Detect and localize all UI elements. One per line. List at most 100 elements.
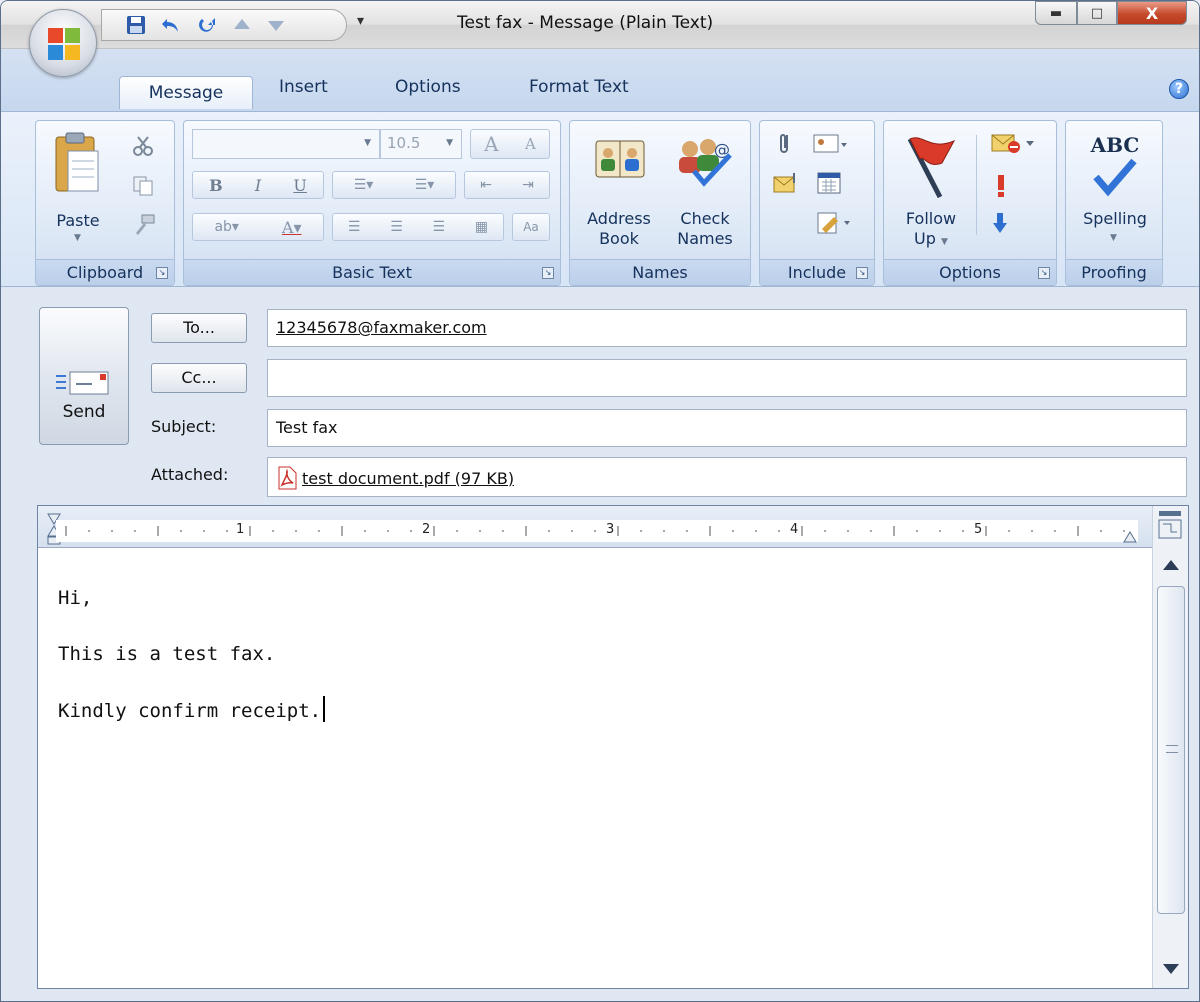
message-body-text[interactable]: Hi, This is a test fax. Kindly confirm r… (58, 584, 1148, 753)
clipboard-launcher-icon[interactable]: ↘ (156, 267, 168, 279)
justify-icon[interactable]: ▦ (475, 219, 488, 235)
align-right-icon[interactable]: ☰ (433, 219, 446, 235)
proofing-group-label: Proofing (1066, 259, 1162, 285)
grow-font-button[interactable]: A (484, 132, 498, 156)
spelling-button[interactable]: ABC Spelling ▼ (1068, 125, 1162, 257)
address-book-button[interactable]: Address Book (574, 125, 664, 257)
spelling-abc-text: ABC (1090, 133, 1140, 157)
paste-button[interactable]: Paste ▼ (42, 125, 114, 255)
highlight-icon[interactable]: ab▾ (214, 219, 239, 235)
low-importance-icon[interactable] (992, 211, 1008, 235)
undo-icon[interactable] (160, 15, 182, 35)
bullets-icon[interactable]: ☰▾ (354, 177, 374, 193)
font-size-combo[interactable]: 10.5 ▼ (380, 129, 462, 159)
business-card-icon[interactable] (812, 133, 848, 155)
format-painter-icon[interactable] (132, 213, 156, 237)
tab-message[interactable]: Message (119, 76, 253, 109)
right-indent-marker-icon[interactable] (1122, 530, 1138, 544)
subject-field[interactable]: Test fax (267, 409, 1187, 447)
numbering-icon[interactable]: ☰▾ (415, 177, 435, 193)
office-button[interactable] (29, 9, 97, 77)
italic-button[interactable]: I (255, 176, 261, 195)
tab-options[interactable]: Options (395, 77, 461, 110)
to-recipient[interactable]: 12345678@faxmaker.com (276, 318, 487, 337)
message-body-editor[interactable]: 1 2 3 4 5 Hi, This is a test fax. Kindly… (37, 505, 1189, 989)
body-line: Kindly confirm receipt. (58, 700, 322, 722)
maximize-button[interactable]: □ (1077, 1, 1117, 25)
next-item-icon[interactable] (266, 17, 286, 33)
send-button[interactable]: Send (39, 307, 129, 445)
spelling-label: Spelling (1083, 209, 1147, 228)
attachment-name[interactable]: test document.pdf (97 KB) (302, 469, 514, 488)
ruler-number: 2 (422, 522, 431, 537)
scroll-thumb[interactable] (1157, 586, 1185, 914)
options-divider (976, 135, 977, 235)
vertical-scrollbar[interactable] (1152, 506, 1188, 988)
clipboard-group: Paste ▼ Clipboard ↘ (35, 120, 175, 286)
ruler-number: 1 (236, 522, 245, 537)
attachment-item[interactable]: test document.pdf (97 KB) (276, 466, 514, 490)
decrease-indent-icon[interactable]: ⇤ (480, 177, 492, 193)
follow-up-label: Follow Up ▼ (905, 209, 957, 248)
signature-icon[interactable] (816, 211, 850, 235)
ruler-number: 5 (974, 522, 983, 537)
redo-icon[interactable] (196, 15, 218, 35)
underline-button[interactable]: U (293, 176, 306, 195)
title-bar: ▾ Test fax - Message (Plain Text) ▬ □ X (1, 1, 1199, 49)
copy-icon[interactable] (132, 175, 154, 197)
body-line-with-caret: Kindly confirm receipt. (58, 696, 1148, 725)
message-header: Send To... 12345678@faxmaker.com Cc... S… (1, 287, 1199, 503)
attach-file-icon[interactable] (776, 131, 792, 157)
cc-field[interactable] (267, 359, 1187, 397)
high-importance-icon[interactable] (994, 173, 1008, 199)
customize-toolbar-icon[interactable]: ▾ (357, 13, 364, 29)
clipboard-group-label: Clipboard (36, 259, 174, 285)
list-buttons: ☰▾ ☰▾ (332, 171, 456, 199)
align-left-icon[interactable]: ☰ (348, 219, 361, 235)
proofing-group: ABC Spelling ▼ Proofing (1065, 120, 1163, 286)
basic-text-group: ▼ 10.5 ▼ A A B I U ☰▾ ☰▾ ⇤ ⇥ ab▾ A▾ ☰ ☰ … (183, 120, 561, 286)
check-names-button[interactable]: @ Check Names (662, 125, 748, 257)
font-color-icon[interactable]: A▾ (282, 218, 302, 237)
minimize-button[interactable]: ▬ (1035, 1, 1077, 25)
align-buttons: ☰ ☰ ☰ ▦ (332, 213, 504, 241)
text-caret (323, 696, 326, 722)
body-line: This is a test fax. (58, 643, 276, 665)
tab-format-text[interactable]: Format Text (529, 77, 629, 110)
attach-item-icon[interactable] (772, 171, 800, 195)
options-launcher-icon[interactable]: ↘ (1038, 267, 1050, 279)
clear-formatting-icon[interactable]: Aa (512, 213, 550, 241)
scroll-down-icon[interactable] (1163, 964, 1179, 974)
increase-indent-icon[interactable]: ⇥ (522, 177, 534, 193)
follow-up-flag-icon (907, 137, 956, 199)
bold-button[interactable]: B (209, 176, 223, 195)
view-ruler-icon[interactable] (1157, 510, 1183, 540)
cc-button[interactable]: Cc... (151, 363, 247, 393)
align-center-icon[interactable]: ☰ (390, 219, 403, 235)
close-button[interactable]: X (1117, 1, 1187, 25)
cut-icon[interactable] (132, 135, 154, 157)
include-launcher-icon[interactable]: ↘ (856, 267, 868, 279)
ruler-number: 4 (790, 522, 799, 537)
window-title: Test fax - Message (Plain Text) (457, 13, 714, 33)
indent-buttons: ⇤ ⇥ (464, 171, 550, 199)
scroll-grip-icon (1166, 745, 1178, 753)
help-icon[interactable]: ? (1169, 79, 1189, 99)
tab-insert[interactable]: Insert (279, 77, 328, 110)
check-names-label: Check Names (677, 209, 733, 248)
font-size-value: 10.5 (387, 134, 421, 152)
shrink-font-button[interactable]: A (525, 135, 536, 153)
follow-up-button[interactable]: Follow Up ▼ (888, 125, 974, 257)
save-icon[interactable] (126, 15, 146, 35)
spelling-dropdown-icon: ▼ (1110, 233, 1117, 243)
to-field[interactable]: 12345678@faxmaker.com (267, 309, 1187, 347)
basic-text-launcher-icon[interactable]: ↘ (542, 267, 554, 279)
scroll-up-icon[interactable] (1163, 560, 1179, 570)
attached-field: test document.pdf (97 KB) (267, 457, 1187, 497)
previous-item-icon[interactable] (232, 17, 252, 33)
font-name-combo[interactable]: ▼ (192, 129, 380, 159)
permission-icon[interactable] (990, 131, 1036, 155)
ruler-number: 3 (606, 522, 615, 537)
to-button[interactable]: To... (151, 313, 247, 343)
calendar-icon[interactable] (816, 171, 842, 195)
